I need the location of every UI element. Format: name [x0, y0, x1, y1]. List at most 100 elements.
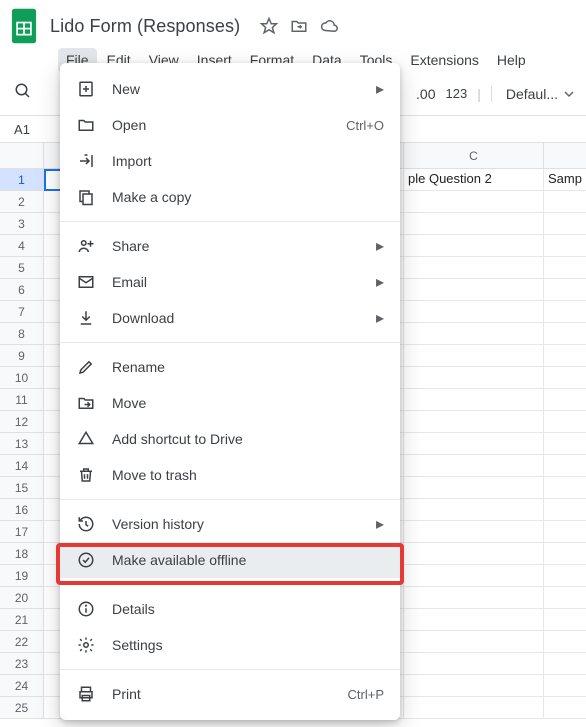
toolbar-decimal-frag[interactable]: .00: [416, 86, 435, 102]
cell[interactable]: [544, 323, 586, 345]
cell[interactable]: [544, 587, 586, 609]
cell[interactable]: [404, 345, 544, 367]
menu-help[interactable]: Help: [489, 48, 534, 72]
move-folder-icon[interactable]: [290, 17, 308, 35]
cloud-status-icon[interactable]: [320, 17, 338, 35]
cell[interactable]: [544, 191, 586, 213]
cell[interactable]: [404, 257, 544, 279]
cell[interactable]: [544, 653, 586, 675]
row-header[interactable]: 7: [0, 301, 44, 323]
menu-extensions[interactable]: Extensions: [402, 48, 486, 72]
toolbar-123-button[interactable]: 123: [446, 86, 468, 101]
cell[interactable]: [404, 433, 544, 455]
cell[interactable]: [404, 697, 544, 719]
cell[interactable]: [544, 455, 586, 477]
row-header[interactable]: 10: [0, 367, 44, 389]
row-header[interactable]: 1: [0, 169, 44, 191]
cell[interactable]: [544, 301, 586, 323]
file-menu-version-history[interactable]: Version history ▸: [60, 506, 400, 542]
row-header[interactable]: 12: [0, 411, 44, 433]
cell[interactable]: Samp: [544, 169, 586, 191]
cell[interactable]: [404, 565, 544, 587]
cell[interactable]: [404, 653, 544, 675]
search-menus-icon[interactable]: [14, 82, 32, 105]
cell[interactable]: [544, 697, 586, 719]
cell[interactable]: [544, 609, 586, 631]
row-header[interactable]: 20: [0, 587, 44, 609]
row-header[interactable]: 6: [0, 279, 44, 301]
col-header-c[interactable]: C: [404, 143, 544, 169]
row-header[interactable]: 4: [0, 235, 44, 257]
file-menu-trash[interactable]: Move to trash: [60, 457, 400, 493]
file-menu-open[interactable]: Open Ctrl+O: [60, 107, 400, 143]
file-menu-print[interactable]: Print Ctrl+P: [60, 676, 400, 712]
cell[interactable]: [404, 631, 544, 653]
file-menu-details[interactable]: Details: [60, 591, 400, 627]
row-header[interactable]: 11: [0, 389, 44, 411]
row-header[interactable]: 2: [0, 191, 44, 213]
sheets-logo[interactable]: [8, 6, 40, 46]
cell[interactable]: [404, 235, 544, 257]
cell[interactable]: [544, 675, 586, 697]
row-header[interactable]: 5: [0, 257, 44, 279]
file-menu-new[interactable]: New ▸: [60, 71, 400, 107]
cell[interactable]: [544, 367, 586, 389]
cell[interactable]: [544, 543, 586, 565]
row-header[interactable]: 25: [0, 697, 44, 719]
cell[interactable]: [544, 235, 586, 257]
cell[interactable]: [404, 499, 544, 521]
file-menu-move[interactable]: Move: [60, 385, 400, 421]
row-header[interactable]: 18: [0, 543, 44, 565]
cell[interactable]: [544, 389, 586, 411]
cell[interactable]: [544, 279, 586, 301]
cell[interactable]: [404, 675, 544, 697]
file-menu-settings[interactable]: Settings: [60, 627, 400, 663]
cell[interactable]: [404, 543, 544, 565]
cell[interactable]: [404, 301, 544, 323]
file-menu-share[interactable]: Share ▸: [60, 228, 400, 264]
cell[interactable]: [404, 411, 544, 433]
cell[interactable]: [404, 279, 544, 301]
cell[interactable]: [544, 257, 586, 279]
row-header[interactable]: 21: [0, 609, 44, 631]
cell[interactable]: [544, 477, 586, 499]
star-icon[interactable]: [260, 17, 278, 35]
doc-title[interactable]: Lido Form (Responses): [50, 16, 240, 37]
file-menu-offline[interactable]: Make available offline: [60, 542, 400, 578]
row-header[interactable]: 15: [0, 477, 44, 499]
row-header[interactable]: 16: [0, 499, 44, 521]
cell[interactable]: [404, 521, 544, 543]
cell[interactable]: [404, 367, 544, 389]
cell[interactable]: [544, 521, 586, 543]
cell[interactable]: [544, 345, 586, 367]
row-header[interactable]: 3: [0, 213, 44, 235]
select-all-corner[interactable]: [0, 143, 44, 169]
row-header[interactable]: 24: [0, 675, 44, 697]
row-header[interactable]: 17: [0, 521, 44, 543]
row-header[interactable]: 19: [0, 565, 44, 587]
row-header[interactable]: 8: [0, 323, 44, 345]
font-family-select[interactable]: Defaul...: [491, 86, 574, 102]
cell[interactable]: [404, 191, 544, 213]
cell[interactable]: [404, 609, 544, 631]
row-header[interactable]: 9: [0, 345, 44, 367]
row-header[interactable]: 22: [0, 631, 44, 653]
cell[interactable]: ple Question 2: [404, 169, 544, 191]
cell[interactable]: [404, 477, 544, 499]
cell[interactable]: [544, 499, 586, 521]
file-menu-email[interactable]: Email ▸: [60, 264, 400, 300]
cell[interactable]: [544, 213, 586, 235]
cell[interactable]: [544, 631, 586, 653]
cell[interactable]: [404, 587, 544, 609]
file-menu-rename[interactable]: Rename: [60, 349, 400, 385]
row-header[interactable]: 14: [0, 455, 44, 477]
row-header[interactable]: 13: [0, 433, 44, 455]
row-header[interactable]: 23: [0, 653, 44, 675]
file-menu-add-shortcut[interactable]: Add shortcut to Drive: [60, 421, 400, 457]
cell[interactable]: [404, 213, 544, 235]
cell[interactable]: [544, 411, 586, 433]
cell[interactable]: [544, 433, 586, 455]
cell[interactable]: [544, 565, 586, 587]
file-menu-import[interactable]: Import: [60, 143, 400, 179]
cell[interactable]: [404, 323, 544, 345]
